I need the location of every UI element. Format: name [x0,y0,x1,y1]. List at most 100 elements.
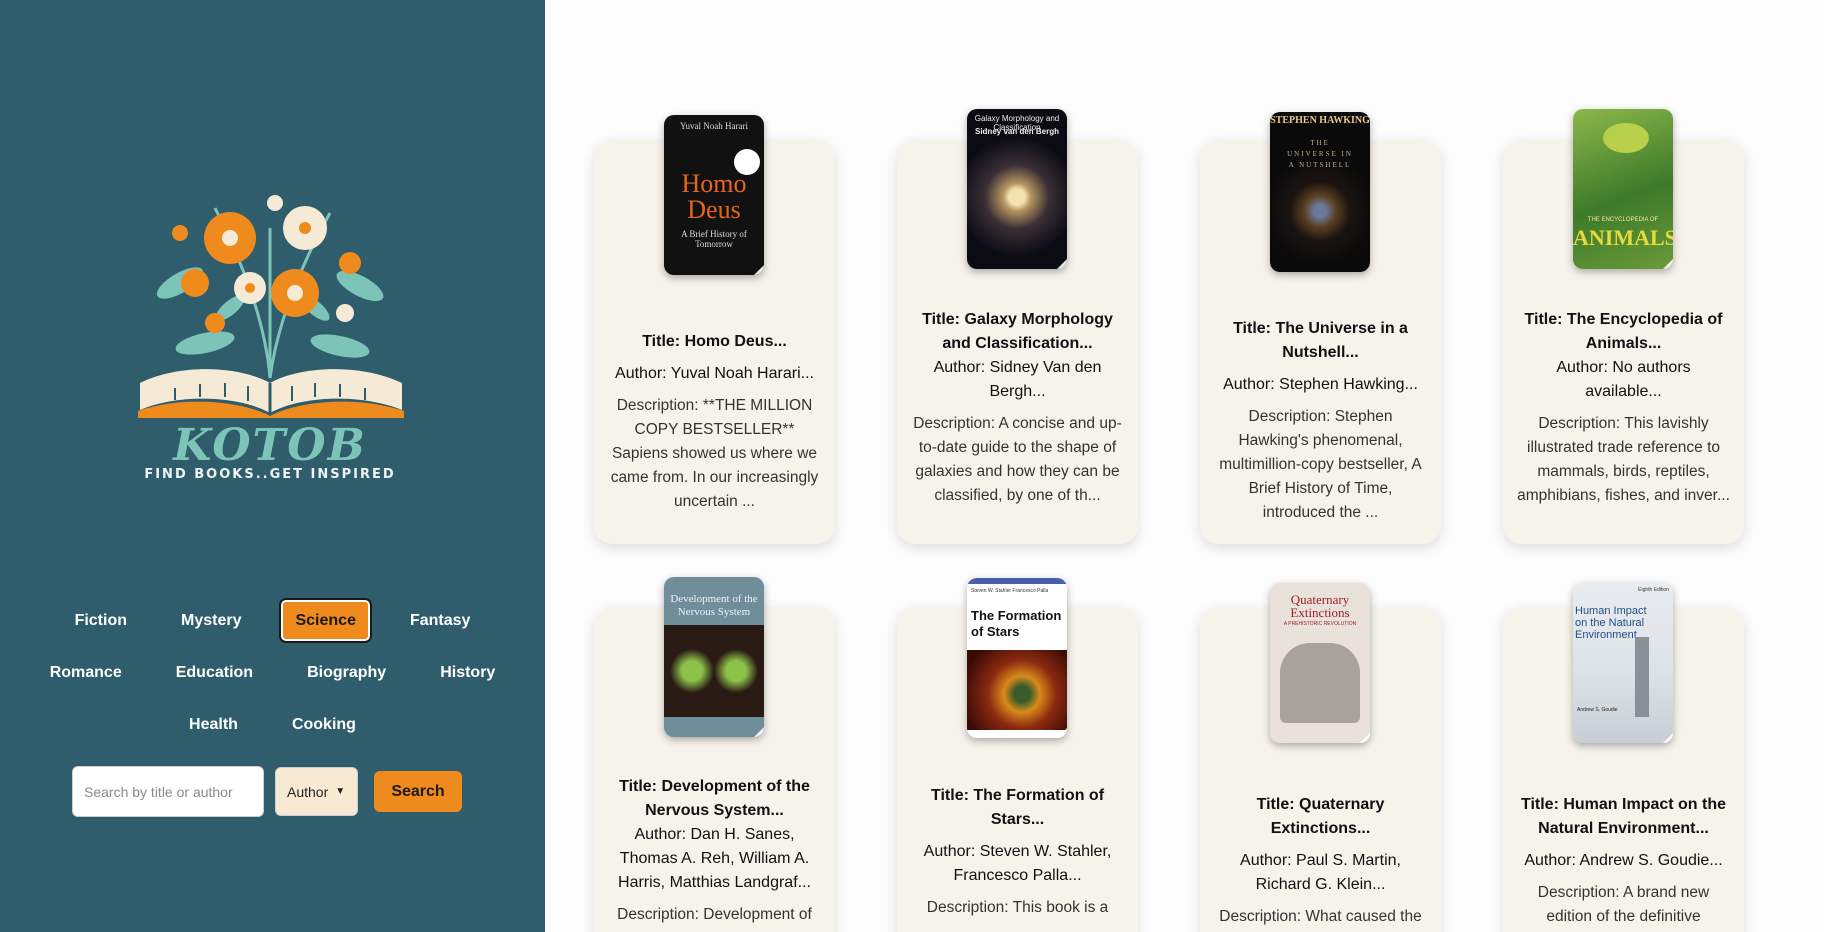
book-details: Title: The Encyclopedia of Animals... Au… [1517,308,1730,508]
search-button[interactable]: Search [374,771,462,812]
book-card[interactable]: Eighth Edition Human Impact on the Natur… [1503,583,1744,932]
chimney-image [1635,637,1649,717]
book-cover-image: Yuval Noah Harari Homo Deus A Brief Hist… [664,115,764,275]
book-title: Title: The Encyclopedia of Animals... [1524,311,1723,352]
brand-name: KOTOB [173,420,367,471]
book-title: Title: Homo Deus... [642,333,787,350]
book-description: Description: This lavishly illustrated t… [1517,415,1730,504]
chevron-down-icon: ▼ [335,786,346,797]
book-author: Author: Andrew S. Goudie... [1524,852,1723,869]
book-title: Title: Human Impact on the Natural Envir… [1520,796,1727,837]
book-description: Description: What caused the [1219,908,1422,925]
page-curl-icon [1057,259,1067,269]
book-details: Title: Homo Deus... Author: Yuval Noah H… [608,330,821,514]
cover-subtitle-text: A PREHISTORIC REVOLUTION [1283,621,1357,627]
brand-tagline: FIND BOOKS..GET INSPIRED [144,467,396,482]
cover-author-text: Steven W. Stahler Francesco Palla [971,588,1049,594]
book-cover-image: Development of the Nervous System [664,577,764,737]
book-card[interactable]: Galaxy Morphology and Classification Sid… [897,109,1138,544]
page-curl-icon [1663,259,1673,269]
genre-button-romance[interactable]: Romance [34,650,138,695]
genre-button-science[interactable]: Science [279,598,372,643]
cover-subtitle-text: A Brief History of Tomorrow [681,229,747,249]
book-details: Title: Human Impact on the Natural Envir… [1517,793,1730,929]
search-bar: Author ▼ Search [72,766,462,817]
book-details: Title: Quaternary Extinctions... Author:… [1214,793,1427,929]
book-bouquet-icon [138,195,404,418]
cover-title-text: Homo Deus [681,169,747,224]
book-grid: Yuval Noah Harari Homo Deus A Brief Hist… [545,0,1824,932]
book-title: Title: Development of the Nervous System… [619,778,810,819]
search-filter-select[interactable]: Author ▼ [275,767,358,816]
book-description: Description: A concise and up-to-date gu… [913,415,1122,504]
book-details: Title: The Universe in a Nutshell... Aut… [1214,317,1427,525]
cover-author-text: STEPHEN HAWKING [1270,115,1370,126]
cover-title-text: THE UNIVERSE IN A NUTSHELL [1287,139,1353,169]
book-author: Author: No authors available... [1556,359,1691,400]
book-author: Author: Paul S. Martin, Richard G. Klein… [1240,852,1401,893]
book-cover-image: Steven W. Stahler Francesco Palla The Fo… [967,578,1067,738]
page-curl-icon [754,265,764,275]
book-description: Description: Development of [617,906,812,923]
cover-title-text: Quaternary Extinctions [1290,592,1350,620]
book-author: Author: Yuval Noah Harari... [615,365,814,382]
book-author: Author: Stephen Hawking... [1223,376,1418,393]
cover-badge-icon [734,149,760,175]
cover-author-text: Sidney van den Bergh [974,127,1060,136]
genre-button-biography[interactable]: Biography [291,650,402,695]
search-input[interactable] [72,766,264,817]
book-card[interactable]: Development of the Nervous System Title:… [594,577,835,932]
genre-button-fiction[interactable]: Fiction [59,598,143,643]
book-cover-image: STEPHEN HAWKING THE UNIVERSE IN A NUTSHE… [1270,112,1370,272]
book-details: Title: Galaxy Morphology and Classificat… [911,308,1124,508]
book-title: Title: Galaxy Morphology and Classificat… [922,311,1113,352]
book-author: Author: Sidney Van den Bergh... [933,359,1102,400]
page-curl-icon [1360,733,1370,743]
genre-button-education[interactable]: Education [160,650,269,695]
book-title: Title: The Formation of Stars... [930,787,1105,828]
book-description: Description: A brand new edition of the … [1537,884,1710,925]
book-card[interactable]: Yuval Noah Harari Homo Deus A Brief Hist… [594,115,835,544]
cover-title-text: The Formation of Stars [971,608,1062,639]
page-curl-icon [1057,728,1067,738]
book-title: Title: Quaternary Extinctions... [1256,796,1385,837]
book-cover-image: THE ENCYCLOPEDIA OF ANIMALS [1573,109,1673,269]
genre-button-history[interactable]: History [424,650,511,695]
book-cover-image: Galaxy Morphology and Classification Sid… [967,109,1067,269]
book-author: Author: Dan H. Sanes, Thomas A. Reh, Wil… [618,826,811,891]
cover-author-text: Andrew S. Goudie [1577,707,1618,713]
book-details: Title: Development of the Nervous System… [608,775,821,927]
brand-logo: KOTOB FIND BOOKS..GET INSPIRED [120,168,420,488]
cover-art-image [967,650,1067,730]
book-card[interactable]: STEPHEN HAWKING THE UNIVERSE IN A NUTSHE… [1200,112,1441,544]
book-author: Author: Steven W. Stahler, Francesco Pal… [923,843,1112,884]
cover-title-text: ANIMALS [1573,225,1673,250]
search-filter-value: Author [287,783,329,800]
genre-filter: Fiction Mystery Science Fantasy Romance … [0,598,545,754]
book-card[interactable]: Quaternary Extinctions A PREHISTORIC REV… [1200,583,1441,932]
book-card[interactable]: Steven W. Stahler Francesco Palla The Fo… [897,578,1138,932]
genre-button-cooking[interactable]: Cooking [276,702,372,747]
genre-button-health[interactable]: Health [173,702,254,747]
cover-subtitle-text: THE ENCYCLOPEDIA OF [1587,217,1659,223]
mammoth-illustration-image [1280,643,1360,723]
book-description: Description: Stephen Hawking's phenomena… [1219,408,1422,521]
cover-edition-text: Eighth Edition [1638,587,1669,593]
cover-author-text: Yuval Noah Harari [680,121,748,131]
genre-button-mystery[interactable]: Mystery [165,598,257,643]
genre-button-fantasy[interactable]: Fantasy [394,598,486,643]
book-details: Title: The Formation of Stars... Author:… [911,784,1124,920]
cover-stripe [967,578,1067,584]
book-cover-image: Quaternary Extinctions A PREHISTORIC REV… [1270,583,1370,743]
book-cover-image: Eighth Edition Human Impact on the Natur… [1573,583,1673,743]
cover-title-text: Development of the Nervous System [670,593,758,618]
book-description: Description: This book is a [926,899,1109,916]
sidebar: KOTOB FIND BOOKS..GET INSPIRED Fiction M… [0,0,545,932]
book-card[interactable]: THE ENCYCLOPEDIA OF ANIMALS Title: The E… [1503,109,1744,544]
chameleon-image [1603,123,1649,153]
book-title: Title: The Universe in a Nutshell... [1233,320,1408,361]
page-curl-icon [754,727,764,737]
cover-art-image [664,625,764,717]
cover-title-text: Human Impact on the Natural Environment [1575,605,1647,641]
page-curl-icon [1663,733,1673,743]
